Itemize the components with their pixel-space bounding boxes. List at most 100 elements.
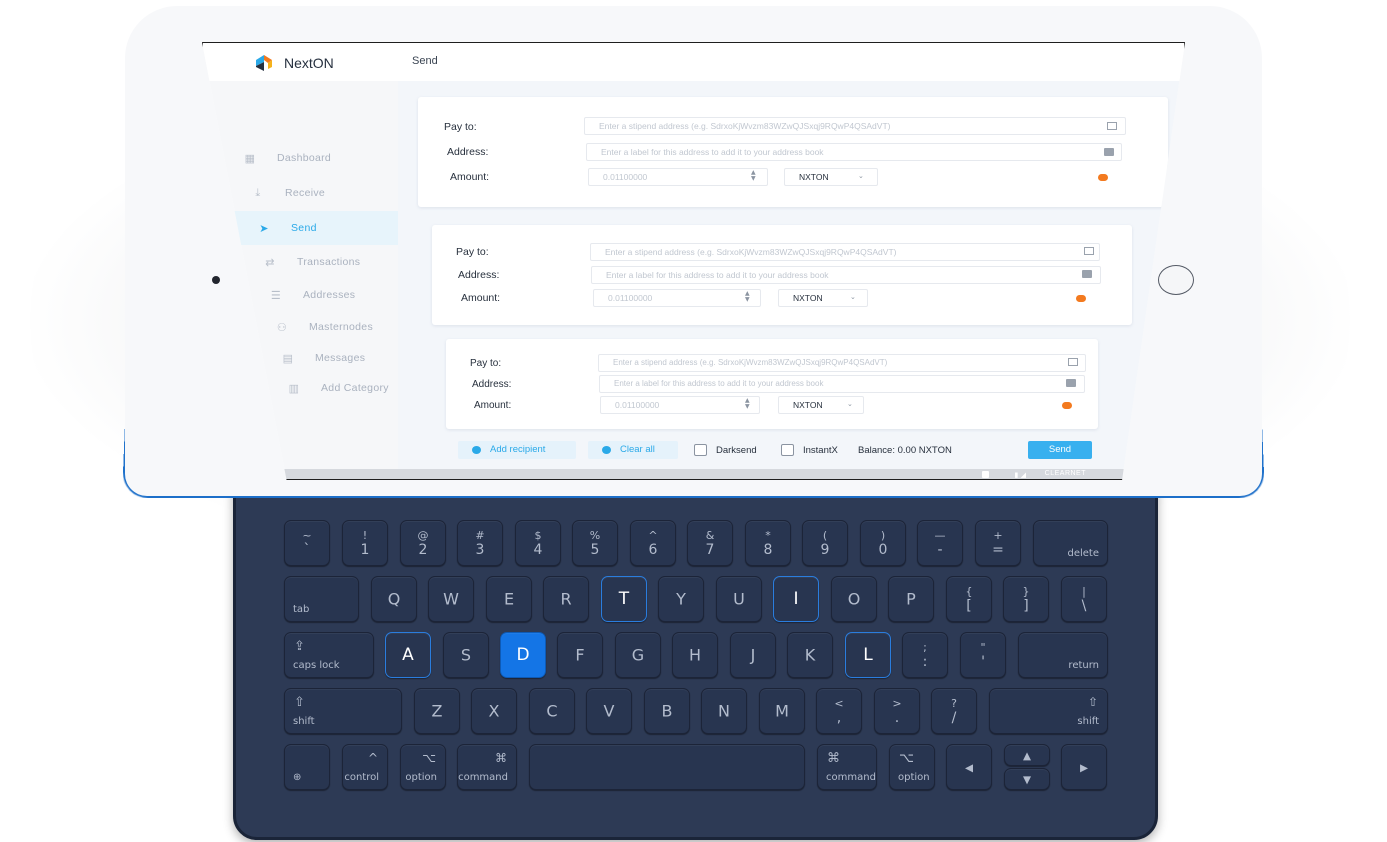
key-8[interactable]: * 8 (745, 520, 791, 566)
key-L[interactable]: L (845, 632, 891, 678)
key-N[interactable]: N (701, 688, 747, 734)
sidebar-item-receive[interactable]: ⤓ Receive (249, 176, 399, 210)
key-caps-lock[interactable]: ⇪ caps lock (284, 632, 374, 678)
key-2[interactable]: @2 (400, 520, 446, 566)
key-=[interactable]: + = (975, 520, 1021, 566)
add-recipient-button[interactable]: Add recipient (458, 441, 576, 459)
key-D[interactable]: D (500, 632, 546, 678)
address-input[interactable]: Enter a label for this address to add it… (599, 375, 1085, 393)
key-Z[interactable]: Z (414, 688, 460, 734)
remove-recipient-button[interactable] (1062, 402, 1072, 409)
key-option[interactable]: ⌥ option (400, 744, 446, 790)
pay-to-input[interactable]: Enter a stipend address (e.g. SdrxoKjWvz… (598, 354, 1086, 372)
sidebar-item-addresses[interactable]: ☰ Addresses (267, 278, 417, 312)
key-command[interactable]: ⌘ command (457, 744, 517, 790)
key-control[interactable]: ^ control (342, 744, 388, 790)
clear-all-button[interactable]: Clear all (588, 441, 678, 459)
key-1[interactable]: ! 1 (342, 520, 388, 566)
key-J[interactable]: J (730, 632, 776, 678)
key-B[interactable]: B (644, 688, 690, 734)
key-H[interactable]: H (672, 632, 718, 678)
key-return[interactable]: return (1018, 632, 1108, 678)
paste-icon[interactable] (1066, 379, 1076, 387)
unit-select[interactable]: NXTON (784, 168, 878, 186)
key-?/[interactable]: ? / (931, 688, 977, 734)
key-7[interactable]: & 7 (687, 520, 733, 566)
key-0[interactable]: ) 0 (860, 520, 906, 566)
key-9[interactable]: (9 (802, 520, 848, 566)
sidebar-item-transactions[interactable]: ⇄ Transactions (261, 245, 411, 279)
key-quote'[interactable]: " ' (960, 632, 1006, 678)
key-shift-left[interactable]: ⇧ shift (284, 688, 402, 734)
key-U[interactable]: U (716, 576, 762, 622)
key-E[interactable]: E (486, 576, 532, 622)
key-legend: ' (981, 654, 985, 670)
key-G[interactable]: G (615, 632, 661, 678)
amount-input[interactable]: 0.01100000 (588, 168, 768, 186)
key-globe[interactable]: ⊕ (284, 744, 330, 790)
key-legend: control (344, 772, 379, 783)
key-M[interactable]: M (759, 688, 805, 734)
address-input[interactable]: Enter a label for this address to add it… (586, 143, 1122, 161)
key-<,[interactable]: <, (816, 688, 862, 734)
key-X[interactable]: X (471, 688, 517, 734)
amount-input[interactable]: 0.01100000 (593, 289, 761, 307)
key-arrow-up[interactable]: ▴ (1004, 744, 1050, 766)
address-book-icon[interactable] (1068, 358, 1078, 366)
key-arrow-right[interactable]: ▸ (1061, 744, 1107, 790)
key-|\[interactable]: | \ (1061, 576, 1107, 622)
key-`[interactable]: ~ ` (284, 520, 330, 566)
address-input[interactable]: Enter a label for this address to add it… (591, 266, 1101, 284)
pay-to-input[interactable]: Enter a stipend address (e.g. SdrxoKjWvz… (590, 243, 1100, 261)
paste-icon[interactable] (1104, 148, 1114, 156)
key-3[interactable]: #3 (457, 520, 503, 566)
key-Q[interactable]: Q (371, 576, 417, 622)
key-command-right[interactable]: ⌘ command (817, 744, 877, 790)
key-tab[interactable]: tab (284, 576, 359, 622)
key-W[interactable]: W (428, 576, 474, 622)
key-P[interactable]: P (888, 576, 934, 622)
key-shift-right[interactable]: ⇧ shift (989, 688, 1108, 734)
instantx-checkbox[interactable] (781, 444, 794, 456)
key->.[interactable]: >. (874, 688, 920, 734)
key-F[interactable]: F (557, 632, 603, 678)
key-5[interactable]: % 5 (572, 520, 618, 566)
key-R[interactable]: R (543, 576, 589, 622)
key-space[interactable] (529, 744, 805, 790)
key-K[interactable]: K (787, 632, 833, 678)
key-6[interactable]: ^ 6 (630, 520, 676, 566)
key-4[interactable]: $4 (515, 520, 561, 566)
darksend-checkbox[interactable] (694, 444, 707, 456)
send-button[interactable]: Send (1028, 441, 1092, 459)
key-V[interactable]: V (586, 688, 632, 734)
key-S[interactable]: S (443, 632, 489, 678)
key-C[interactable]: C (529, 688, 575, 734)
key-T[interactable]: T (601, 576, 647, 622)
key-A[interactable]: A (385, 632, 431, 678)
key-arrow-down[interactable]: ▾ (1004, 768, 1050, 790)
key-;:[interactable]: ;: (902, 632, 948, 678)
pay-to-input[interactable]: Enter a stipend address (e.g. SdrxoKjWvz… (584, 117, 1126, 135)
key-delete[interactable]: delete (1033, 520, 1108, 566)
address-book-icon[interactable] (1084, 247, 1094, 255)
remove-recipient-button[interactable] (1076, 295, 1086, 302)
amount-input[interactable]: 0.01100000 (600, 396, 760, 414)
key-I[interactable]: I (773, 576, 819, 622)
key-}][interactable]: }] (1003, 576, 1049, 622)
key-option-right[interactable]: ⌥ option (889, 744, 935, 790)
chart-icon: ▥ (288, 382, 300, 395)
stepper-icon[interactable]: ▲ ▼ (745, 291, 750, 303)
sidebar-item-dashboard[interactable]: ▦ Dashboard (241, 141, 391, 175)
home-button[interactable] (1158, 265, 1194, 295)
key-arrow-left[interactable]: ◂ (946, 744, 992, 790)
key-{[[interactable]: {[ (946, 576, 992, 622)
key-Y[interactable]: Y (658, 576, 704, 622)
sidebar-item-send[interactable]: ➤ Send (233, 211, 408, 245)
stepper-icon[interactable]: ▲ ▼ (751, 170, 756, 182)
key--[interactable]: — - (917, 520, 963, 566)
address-book-icon[interactable] (1107, 122, 1117, 130)
stepper-icon[interactable]: ▲ ▼ (745, 398, 750, 410)
key-O[interactable]: O (831, 576, 877, 622)
paste-icon[interactable] (1082, 270, 1092, 278)
remove-recipient-button[interactable] (1098, 174, 1108, 181)
